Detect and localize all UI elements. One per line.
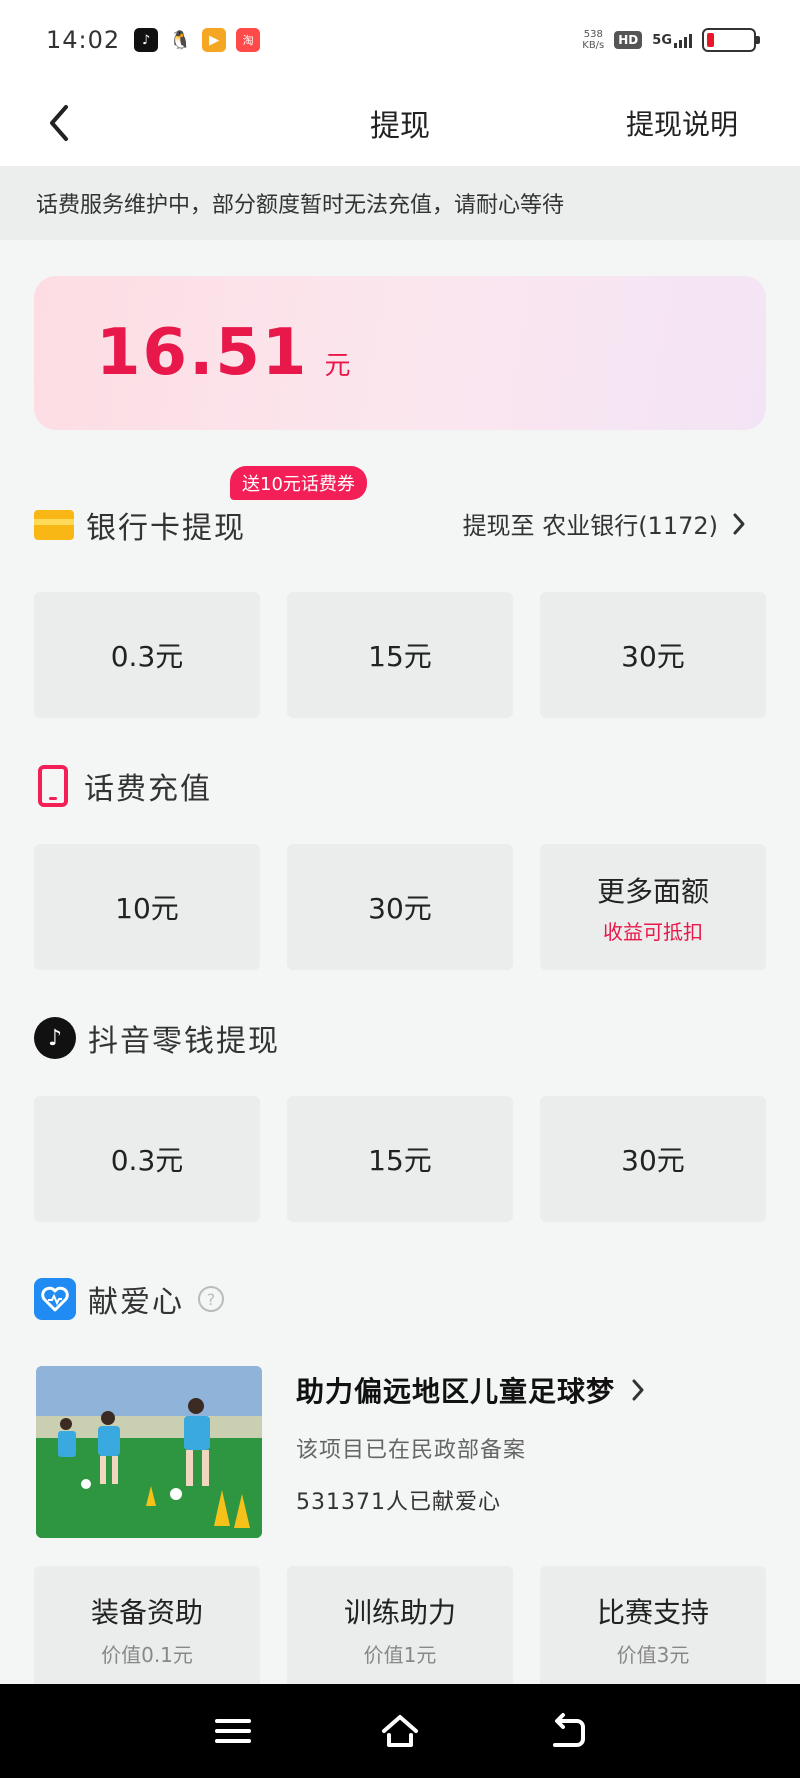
charity-option-button[interactable]: 装备资助 价值0.1元 bbox=[34, 1566, 260, 1692]
more-amounts-subtitle: 收益可抵扣 bbox=[603, 919, 703, 944]
charity-project-info: 助力偏远地区儿童足球梦 该项目已在民政部备案 531371人已献爱心 bbox=[296, 1366, 645, 1538]
douyin-icon: ♪ bbox=[34, 1017, 76, 1059]
network-speed-value: 538 bbox=[583, 29, 603, 40]
phone-options: 10元 30元 更多面额 收益可抵扣 bbox=[34, 844, 766, 970]
balance-amount: 16.51 bbox=[96, 316, 309, 390]
charity-option-label: 装备资助 bbox=[90, 1595, 203, 1629]
bank-section-header: 银行卡提现 bbox=[34, 503, 246, 547]
bank-section-title: 银行卡提现 bbox=[86, 511, 246, 546]
battery-level bbox=[707, 33, 714, 47]
bank-card-icon bbox=[34, 510, 74, 540]
love-heart-icon bbox=[34, 1278, 76, 1320]
douyin-section-title: 抖音零钱提现 bbox=[88, 1024, 280, 1059]
charity-options: 装备资助 价值0.1元 训练助力 价值1元 比赛支持 价值3元 bbox=[34, 1566, 766, 1692]
phone-option-button[interactable]: 30元 bbox=[287, 844, 513, 970]
maintenance-notice: 话费服务维护中，部分额度暂时无法充值，请耐心等待 bbox=[0, 166, 800, 240]
network-speed-unit: KB/s bbox=[582, 40, 605, 51]
douyin-options: 0.3元 15元 30元 bbox=[34, 1096, 766, 1222]
balance-card: 16.51 元 bbox=[34, 276, 766, 430]
tiktok-app-icon: ♪ bbox=[134, 28, 159, 52]
network-speed: 538 KB/s bbox=[582, 29, 604, 51]
charity-project-image bbox=[36, 1366, 262, 1538]
charity-project-card[interactable]: 助力偏远地区儿童足球梦 该项目已在民政部备案 531371人已献爱心 bbox=[36, 1366, 766, 1538]
douyin-option-button[interactable]: 30元 bbox=[540, 1096, 766, 1222]
notice-text: 话费服务维护中，部分额度暂时无法充值，请耐心等待 bbox=[36, 193, 565, 218]
charity-section-title: 献爱心 bbox=[88, 1285, 184, 1320]
charity-option-label: 比赛支持 bbox=[596, 1595, 709, 1629]
status-app-icons: ♪ 🐧 ▶ 淘 bbox=[134, 28, 261, 52]
menu-icon[interactable] bbox=[213, 1711, 253, 1751]
back-icon[interactable] bbox=[547, 1711, 587, 1751]
taobao-app-icon: 淘 bbox=[236, 28, 261, 52]
battery-icon bbox=[702, 28, 760, 52]
bank-option-button[interactable]: 0.3元 bbox=[34, 592, 260, 718]
charity-option-value: 价值3元 bbox=[616, 1642, 690, 1667]
chevron-right-icon bbox=[733, 513, 745, 534]
more-amounts-button[interactable]: 更多面额 收益可抵扣 bbox=[540, 844, 766, 970]
status-time: 14:02 bbox=[46, 26, 121, 54]
hd-badge: HD bbox=[614, 31, 643, 49]
charity-project-note: 该项目已在民政部备案 bbox=[296, 1438, 527, 1463]
phone-section-title: 话费充值 bbox=[84, 772, 212, 807]
network-type-label: 5G bbox=[652, 33, 672, 48]
qq-app-icon: 🐧 bbox=[168, 28, 193, 52]
charity-section-header: 献爱心 ? bbox=[34, 1277, 224, 1321]
status-indicators: 538 KB/s HD 5G bbox=[582, 28, 760, 52]
nav-bar: 提现 提现说明 bbox=[0, 80, 800, 166]
douyin-option-button[interactable]: 15元 bbox=[287, 1096, 513, 1222]
charity-option-label: 训练助力 bbox=[343, 1595, 456, 1629]
balance-unit: 元 bbox=[324, 350, 351, 381]
chevron-right-icon bbox=[632, 1379, 644, 1401]
charity-project-title-row: 助力偏远地区儿童足球梦 bbox=[296, 1370, 645, 1410]
video-app-icon: ▶ bbox=[202, 28, 227, 52]
bank-option-button[interactable]: 30元 bbox=[540, 592, 766, 718]
douyin-option-button[interactable]: 0.3元 bbox=[34, 1096, 260, 1222]
help-icon[interactable]: ? bbox=[198, 1286, 224, 1312]
home-icon[interactable] bbox=[380, 1711, 420, 1751]
charity-project-title: 助力偏远地区儿童足球梦 bbox=[296, 1375, 616, 1408]
withdraw-help-link[interactable]: 提现说明 bbox=[626, 103, 738, 143]
charity-donor-count: 531371人已献爱心 bbox=[296, 1490, 501, 1515]
bank-options: 0.3元 15元 30元 bbox=[34, 592, 766, 718]
charity-option-value: 价值1元 bbox=[363, 1642, 437, 1667]
phone-icon bbox=[38, 765, 68, 807]
more-amounts-label: 更多面额 bbox=[596, 874, 709, 908]
charity-option-value: 价值0.1元 bbox=[101, 1642, 193, 1667]
bank-target-selector[interactable]: 提现至 农业银行(1172) bbox=[463, 506, 746, 541]
signal-icon: 5G bbox=[652, 32, 692, 48]
charity-option-button[interactable]: 比赛支持 价值3元 bbox=[540, 1566, 766, 1692]
charity-option-button[interactable]: 训练助力 价值1元 bbox=[287, 1566, 513, 1692]
douyin-section-header: ♪ 抖音零钱提现 bbox=[34, 1016, 280, 1060]
status-bar: 14:02 ♪ 🐧 ▶ 淘 538 KB/s HD 5G bbox=[0, 0, 800, 80]
bank-option-button[interactable]: 15元 bbox=[287, 592, 513, 718]
system-nav-bar bbox=[0, 1684, 800, 1778]
phone-section-header: 话费充值 bbox=[34, 764, 212, 808]
bank-target-text: 提现至 农业银行(1172) bbox=[462, 512, 718, 540]
phone-option-button[interactable]: 10元 bbox=[34, 844, 260, 970]
promo-badge: 送10元话费券 bbox=[230, 466, 367, 500]
